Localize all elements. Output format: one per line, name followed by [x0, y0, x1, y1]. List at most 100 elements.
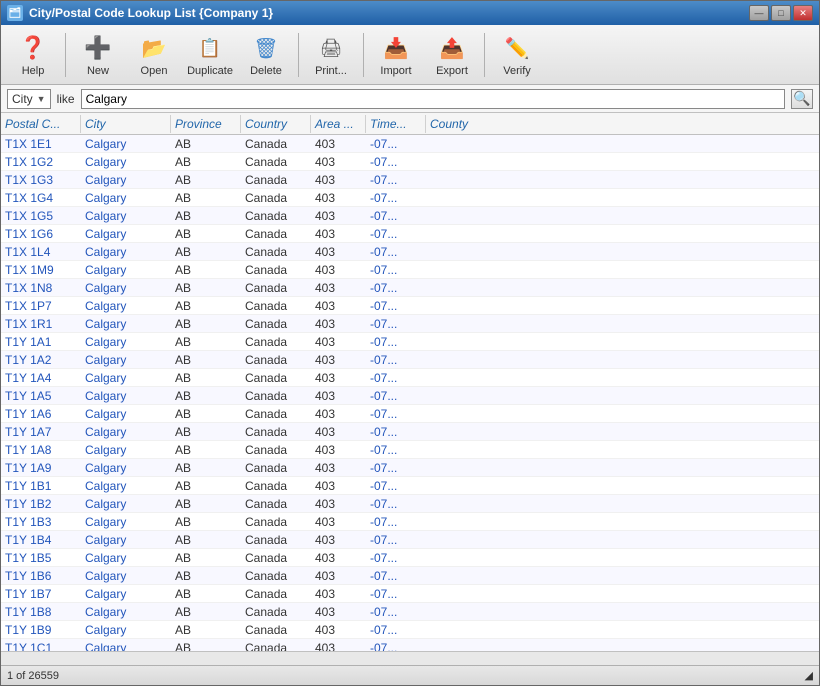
table-row[interactable]: T1Y 1A8 Calgary AB Canada 403 -07...: [1, 441, 819, 459]
cell-postal: T1Y 1B9: [1, 622, 81, 638]
cell-city: Calgary: [81, 478, 171, 494]
cell-city: Calgary: [81, 136, 171, 152]
maximize-button[interactable]: □: [771, 5, 791, 21]
search-go-button[interactable]: 🔍: [791, 89, 813, 109]
new-button[interactable]: ➕ New: [72, 28, 124, 81]
col-header-country[interactable]: Country: [241, 115, 311, 133]
verify-button[interactable]: ✏️ Verify: [491, 28, 543, 81]
window-icon: 🗂: [7, 5, 23, 21]
cell-time: -07...: [366, 496, 426, 512]
table-row[interactable]: T1X 1E1 Calgary AB Canada 403 -07...: [1, 135, 819, 153]
table-row[interactable]: T1Y 1B8 Calgary AB Canada 403 -07...: [1, 603, 819, 621]
search-field-value: City: [12, 92, 33, 106]
table-row[interactable]: T1Y 1B6 Calgary AB Canada 403 -07...: [1, 567, 819, 585]
cell-city: Calgary: [81, 568, 171, 584]
close-button[interactable]: ✕: [793, 5, 813, 21]
col-header-province[interactable]: Province: [171, 115, 241, 133]
table-row[interactable]: T1Y 1B1 Calgary AB Canada 403 -07...: [1, 477, 819, 495]
search-icon: 🔍: [793, 90, 810, 107]
cell-city: Calgary: [81, 244, 171, 260]
table-row[interactable]: T1X 1G5 Calgary AB Canada 403 -07...: [1, 207, 819, 225]
import-button[interactable]: 📥 Import: [370, 28, 422, 81]
cell-country: Canada: [241, 568, 311, 584]
col-header-time[interactable]: Time...: [366, 115, 426, 133]
table-row[interactable]: T1Y 1A9 Calgary AB Canada 403 -07...: [1, 459, 819, 477]
cell-postal: T1Y 1B3: [1, 514, 81, 530]
cell-province: AB: [171, 640, 241, 652]
minimize-button[interactable]: —: [749, 5, 769, 21]
cell-postal: T1X 1G6: [1, 226, 81, 242]
table-row[interactable]: T1Y 1A6 Calgary AB Canada 403 -07...: [1, 405, 819, 423]
table-row[interactable]: T1X 1G4 Calgary AB Canada 403 -07...: [1, 189, 819, 207]
cell-province: AB: [171, 424, 241, 440]
cell-province: AB: [171, 514, 241, 530]
table-row[interactable]: T1X 1G6 Calgary AB Canada 403 -07...: [1, 225, 819, 243]
table-row[interactable]: T1Y 1A2 Calgary AB Canada 403 -07...: [1, 351, 819, 369]
table-row[interactable]: T1Y 1C1 Calgary AB Canada 403 -07...: [1, 639, 819, 651]
cell-province: AB: [171, 154, 241, 170]
export-button[interactable]: 📤 Export: [426, 28, 478, 81]
cell-area: 403: [311, 460, 366, 476]
cell-county: [426, 539, 819, 541]
cell-postal: T1Y 1A8: [1, 442, 81, 458]
table-row[interactable]: T1Y 1B7 Calgary AB Canada 403 -07...: [1, 585, 819, 603]
table-row[interactable]: T1Y 1A1 Calgary AB Canada 403 -07...: [1, 333, 819, 351]
delete-button[interactable]: 🗑 Delete: [240, 28, 292, 81]
cell-area: 403: [311, 136, 366, 152]
cell-area: 403: [311, 298, 366, 314]
table-row[interactable]: T1Y 1B2 Calgary AB Canada 403 -07...: [1, 495, 819, 513]
cell-country: Canada: [241, 586, 311, 602]
cell-country: Canada: [241, 424, 311, 440]
cell-province: AB: [171, 262, 241, 278]
cell-county: [426, 611, 819, 613]
table-row[interactable]: T1X 1G3 Calgary AB Canada 403 -07...: [1, 171, 819, 189]
cell-area: 403: [311, 604, 366, 620]
cell-postal: T1X 1M9: [1, 262, 81, 278]
help-button[interactable]: ❓ Help: [7, 28, 59, 81]
cell-city: Calgary: [81, 424, 171, 440]
cell-country: Canada: [241, 298, 311, 314]
cell-country: Canada: [241, 316, 311, 332]
table-row[interactable]: T1X 1R1 Calgary AB Canada 403 -07...: [1, 315, 819, 333]
table-row[interactable]: T1X 1N8 Calgary AB Canada 403 -07...: [1, 279, 819, 297]
help-label: Help: [22, 65, 45, 77]
cell-area: 403: [311, 478, 366, 494]
table-row[interactable]: T1Y 1B5 Calgary AB Canada 403 -07...: [1, 549, 819, 567]
cell-time: -07...: [366, 190, 426, 206]
cell-time: -07...: [366, 226, 426, 242]
table-row[interactable]: T1Y 1A7 Calgary AB Canada 403 -07...: [1, 423, 819, 441]
cell-area: 403: [311, 532, 366, 548]
cell-county: [426, 521, 819, 523]
cell-area: 403: [311, 640, 366, 652]
horizontal-scrollbar[interactable]: [1, 651, 819, 665]
table-row[interactable]: T1Y 1A4 Calgary AB Canada 403 -07...: [1, 369, 819, 387]
table-row[interactable]: T1Y 1A5 Calgary AB Canada 403 -07...: [1, 387, 819, 405]
cell-postal: T1Y 1C1: [1, 640, 81, 652]
table-row[interactable]: T1X 1G2 Calgary AB Canada 403 -07...: [1, 153, 819, 171]
col-header-area[interactable]: Area ...: [311, 115, 366, 133]
new-label: New: [87, 65, 109, 77]
table-row[interactable]: T1X 1P7 Calgary AB Canada 403 -07...: [1, 297, 819, 315]
cell-area: 403: [311, 496, 366, 512]
table-row[interactable]: T1Y 1B9 Calgary AB Canada 403 -07...: [1, 621, 819, 639]
verify-label: Verify: [503, 65, 531, 77]
cell-area: 403: [311, 244, 366, 260]
cell-city: Calgary: [81, 388, 171, 404]
data-table[interactable]: T1X 1E1 Calgary AB Canada 403 -07... T1X…: [1, 135, 819, 651]
col-header-city[interactable]: City: [81, 115, 171, 133]
cell-postal: T1Y 1B6: [1, 568, 81, 584]
table-row[interactable]: T1X 1M9 Calgary AB Canada 403 -07...: [1, 261, 819, 279]
col-header-postal[interactable]: Postal C...: [1, 115, 81, 133]
duplicate-label: Duplicate: [187, 65, 233, 77]
open-button[interactable]: 📂 Open: [128, 28, 180, 81]
search-input[interactable]: [81, 89, 785, 109]
search-field-dropdown[interactable]: City ▼: [7, 89, 51, 109]
cell-postal: T1X 1P7: [1, 298, 81, 314]
table-row[interactable]: T1X 1L4 Calgary AB Canada 403 -07...: [1, 243, 819, 261]
print-button[interactable]: 🖨 Print...: [305, 28, 357, 81]
col-header-county[interactable]: County: [426, 115, 819, 133]
duplicate-button[interactable]: 📋 Duplicate: [184, 28, 236, 81]
cell-postal: T1X 1R1: [1, 316, 81, 332]
table-row[interactable]: T1Y 1B3 Calgary AB Canada 403 -07...: [1, 513, 819, 531]
table-row[interactable]: T1Y 1B4 Calgary AB Canada 403 -07...: [1, 531, 819, 549]
